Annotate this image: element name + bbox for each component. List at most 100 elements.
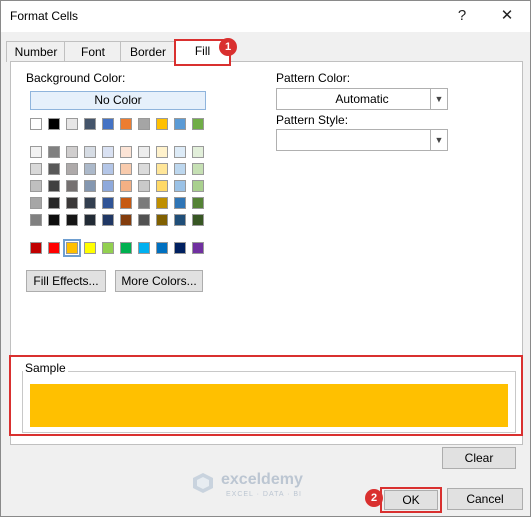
ok-button[interactable]: OK <box>384 490 438 510</box>
theme-color-swatch[interactable] <box>192 118 204 130</box>
more-colors-button[interactable]: More Colors... <box>115 270 203 292</box>
tab-number[interactable]: Number <box>6 41 66 62</box>
title-bar: Format Cells ? ✕ <box>1 1 530 32</box>
theme-shade-swatch[interactable] <box>30 163 42 175</box>
theme-shade-swatch[interactable] <box>48 180 60 192</box>
theme-shade-swatch[interactable] <box>48 146 60 158</box>
standard-color-swatch[interactable] <box>84 242 96 254</box>
pattern-color-value: Automatic <box>335 92 389 106</box>
theme-shade-swatch[interactable] <box>102 180 114 192</box>
theme-shade-swatch[interactable] <box>192 146 204 158</box>
theme-shade-swatch[interactable] <box>120 197 132 209</box>
background-color-label-text: Background Color: <box>26 71 126 85</box>
theme-shade-swatch[interactable] <box>138 214 150 226</box>
theme-shade-swatch[interactable] <box>192 180 204 192</box>
close-button[interactable]: ✕ <box>493 5 521 27</box>
pattern-style-dropdown[interactable]: ▼ <box>276 129 448 151</box>
standard-color-swatch[interactable] <box>174 242 186 254</box>
theme-shade-swatch[interactable] <box>84 146 96 158</box>
theme-shade-swatch[interactable] <box>174 180 186 192</box>
cancel-button[interactable]: Cancel <box>447 488 523 510</box>
theme-color-swatch[interactable] <box>156 118 168 130</box>
theme-color-swatch[interactable] <box>48 118 60 130</box>
theme-color-swatch[interactable] <box>174 118 186 130</box>
standard-color-swatch[interactable] <box>48 242 60 254</box>
chevron-down-icon[interactable]: ▼ <box>430 130 447 150</box>
theme-shade-swatch[interactable] <box>120 163 132 175</box>
theme-shade-swatch[interactable] <box>48 214 60 226</box>
pattern-color-label: Pattern Color: <box>276 71 351 85</box>
chevron-down-icon[interactable]: ▼ <box>430 89 447 109</box>
standard-color-swatch[interactable] <box>102 242 114 254</box>
pattern-color-dropdown[interactable]: Automatic ▼ <box>276 88 448 110</box>
theme-shade-swatch[interactable] <box>138 163 150 175</box>
theme-color-swatch[interactable] <box>102 118 114 130</box>
theme-shade-swatch[interactable] <box>102 214 114 226</box>
theme-shade-swatch[interactable] <box>120 146 132 158</box>
theme-shade-swatch[interactable] <box>66 163 78 175</box>
theme-shade-swatch[interactable] <box>174 163 186 175</box>
theme-shade-swatch[interactable] <box>84 214 96 226</box>
theme-color-swatch[interactable] <box>138 118 150 130</box>
tab-strip: Number Font Border Fill 1 <box>1 32 530 66</box>
sample-label: Sample <box>23 361 68 375</box>
watermark-tagline: EXCEL · DATA · BI <box>226 491 302 498</box>
step-badge-1: 1 <box>219 38 237 56</box>
tab-border[interactable]: Border <box>120 41 176 62</box>
theme-color-swatch[interactable] <box>120 118 132 130</box>
theme-shade-swatch[interactable] <box>138 197 150 209</box>
background-color-label: Background Color: <box>26 71 125 85</box>
theme-color-swatch[interactable] <box>30 118 42 130</box>
standard-color-swatch[interactable] <box>156 242 168 254</box>
theme-shade-swatch[interactable] <box>192 214 204 226</box>
theme-shade-swatch[interactable] <box>30 146 42 158</box>
theme-shade-swatch[interactable] <box>156 214 168 226</box>
theme-shade-swatch[interactable] <box>156 163 168 175</box>
theme-shade-swatch[interactable] <box>120 214 132 226</box>
theme-shade-swatch[interactable] <box>120 180 132 192</box>
theme-shade-swatch[interactable] <box>102 163 114 175</box>
theme-shade-swatch[interactable] <box>84 163 96 175</box>
theme-shade-swatch[interactable] <box>30 180 42 192</box>
step-badge-2: 2 <box>365 489 383 507</box>
sample-highlight-frame <box>9 355 523 436</box>
standard-color-swatch[interactable] <box>120 242 132 254</box>
theme-shade-swatch[interactable] <box>156 180 168 192</box>
theme-shade-swatch[interactable] <box>192 197 204 209</box>
theme-color-swatch[interactable] <box>66 118 78 130</box>
theme-shade-swatch[interactable] <box>30 197 42 209</box>
theme-shade-swatch[interactable] <box>48 197 60 209</box>
tab-font[interactable]: Font <box>64 41 122 62</box>
help-button[interactable]: ? <box>448 5 476 27</box>
theme-shade-swatch[interactable] <box>84 197 96 209</box>
clear-button[interactable]: Clear <box>442 447 516 469</box>
standard-color-swatch[interactable] <box>138 242 150 254</box>
fill-effects-button[interactable]: Fill Effects... <box>26 270 106 292</box>
theme-shade-swatch[interactable] <box>138 146 150 158</box>
theme-shade-swatch[interactable] <box>48 163 60 175</box>
exceldemy-logo-icon <box>193 473 213 493</box>
theme-shade-swatch[interactable] <box>192 163 204 175</box>
theme-shade-swatch[interactable] <box>102 146 114 158</box>
dialog-title: Format Cells <box>10 9 79 23</box>
theme-shade-swatch[interactable] <box>138 180 150 192</box>
theme-shade-swatch[interactable] <box>102 197 114 209</box>
theme-shade-swatch[interactable] <box>174 214 186 226</box>
standard-color-swatch[interactable] <box>63 239 81 257</box>
theme-shade-swatch[interactable] <box>30 214 42 226</box>
watermark-name: exceldemy <box>221 471 303 488</box>
theme-shade-swatch[interactable] <box>174 197 186 209</box>
theme-shade-swatch[interactable] <box>66 214 78 226</box>
theme-shade-swatch[interactable] <box>156 197 168 209</box>
theme-shade-swatch[interactable] <box>66 180 78 192</box>
standard-color-swatch[interactable] <box>30 242 42 254</box>
no-color-button[interactable]: No Color <box>30 91 206 110</box>
theme-shade-swatch[interactable] <box>66 197 78 209</box>
format-cells-dialog: Format Cells ? ✕ Number Font Border Fill… <box>0 0 531 517</box>
theme-shade-swatch[interactable] <box>66 146 78 158</box>
theme-color-swatch[interactable] <box>84 118 96 130</box>
theme-shade-swatch[interactable] <box>174 146 186 158</box>
theme-shade-swatch[interactable] <box>84 180 96 192</box>
theme-shade-swatch[interactable] <box>156 146 168 158</box>
standard-color-swatch[interactable] <box>192 242 204 254</box>
